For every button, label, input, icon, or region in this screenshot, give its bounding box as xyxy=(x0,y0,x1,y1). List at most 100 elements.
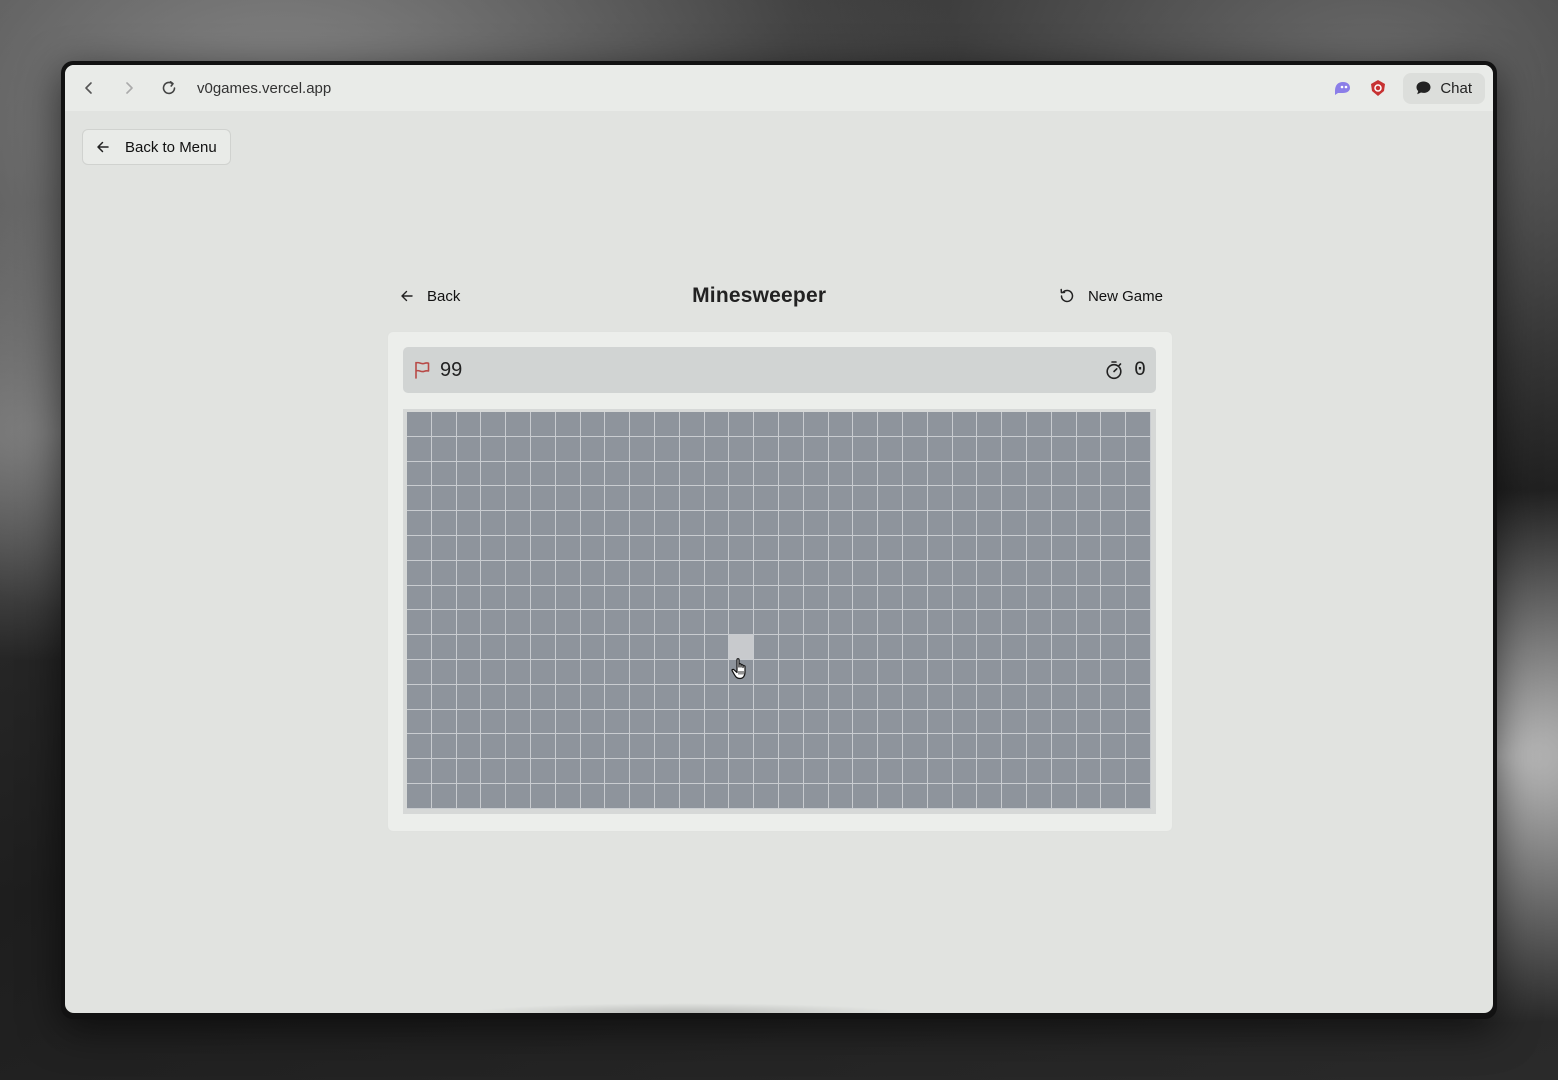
board-cell[interactable] xyxy=(1076,511,1102,536)
board-cell[interactable] xyxy=(679,635,705,660)
board-cell[interactable] xyxy=(431,635,457,660)
board-cell[interactable] xyxy=(952,635,978,660)
board-cell[interactable] xyxy=(878,659,903,685)
board-cell[interactable] xyxy=(729,486,755,512)
board-cell[interactable] xyxy=(1101,461,1127,487)
board-cell[interactable] xyxy=(431,734,457,760)
board-cell[interactable] xyxy=(729,436,755,462)
board-cell[interactable] xyxy=(729,659,755,685)
board-cell[interactable] xyxy=(828,511,854,536)
board-cell[interactable] xyxy=(407,560,432,586)
board-cell[interactable] xyxy=(530,511,556,536)
board-cell[interactable] xyxy=(555,610,581,636)
board-cell[interactable] xyxy=(1026,734,1052,760)
board-cell[interactable] xyxy=(828,535,854,561)
board-cell[interactable] xyxy=(630,461,655,487)
board-cell[interactable] xyxy=(481,610,507,636)
board-cell[interactable] xyxy=(704,635,730,660)
board-cell[interactable] xyxy=(1051,684,1077,710)
board-cell[interactable] xyxy=(853,734,879,760)
board-cell[interactable] xyxy=(1126,585,1151,611)
board-cell[interactable] xyxy=(902,560,928,586)
board-cell[interactable] xyxy=(704,511,730,536)
board-cell[interactable] xyxy=(977,511,1003,536)
board-cell[interactable] xyxy=(778,436,804,462)
board-cell[interactable] xyxy=(1002,635,1027,660)
board-cell[interactable] xyxy=(952,734,978,760)
board-cell[interactable] xyxy=(754,511,779,536)
board-cell[interactable] xyxy=(902,610,928,636)
browser-forward-button[interactable] xyxy=(109,68,149,108)
board-cell[interactable] xyxy=(407,461,432,487)
board-cell[interactable] xyxy=(878,412,903,437)
board-cell[interactable] xyxy=(1101,436,1127,462)
board-cell[interactable] xyxy=(580,684,606,710)
board-cell[interactable] xyxy=(431,684,457,710)
board-cell[interactable] xyxy=(754,560,779,586)
board-cell[interactable] xyxy=(704,535,730,561)
board-cell[interactable] xyxy=(679,709,705,735)
board-cell[interactable] xyxy=(902,684,928,710)
board-cell[interactable] xyxy=(654,412,680,437)
board-cell[interactable] xyxy=(754,436,779,462)
board-cell[interactable] xyxy=(778,759,804,784)
board-cell[interactable] xyxy=(1101,585,1127,611)
board-cell[interactable] xyxy=(853,635,879,660)
board-cell[interactable] xyxy=(828,734,854,760)
board-cell[interactable] xyxy=(605,659,631,685)
board-cell[interactable] xyxy=(506,659,531,685)
board-cell[interactable] xyxy=(704,684,730,710)
board-cell[interactable] xyxy=(927,709,953,735)
board-cell[interactable] xyxy=(1076,635,1102,660)
board-cell[interactable] xyxy=(1051,461,1077,487)
board-cell[interactable] xyxy=(754,684,779,710)
board-cell[interactable] xyxy=(803,461,829,487)
board-cell[interactable] xyxy=(1002,535,1027,561)
board-cell[interactable] xyxy=(729,783,755,809)
board-cell[interactable] xyxy=(927,560,953,586)
board-cell[interactable] xyxy=(1076,412,1102,437)
board-cell[interactable] xyxy=(1126,734,1151,760)
board-cell[interactable] xyxy=(902,659,928,685)
board-cell[interactable] xyxy=(754,635,779,660)
board-cell[interactable] xyxy=(927,759,953,784)
board-cell[interactable] xyxy=(679,560,705,586)
board-cell[interactable] xyxy=(853,436,879,462)
board-cell[interactable] xyxy=(1051,560,1077,586)
board-cell[interactable] xyxy=(506,635,531,660)
board-cell[interactable] xyxy=(654,486,680,512)
board-cell[interactable] xyxy=(952,461,978,487)
board-cell[interactable] xyxy=(1076,659,1102,685)
board-cell[interactable] xyxy=(828,684,854,710)
board-cell[interactable] xyxy=(431,511,457,536)
board-cell[interactable] xyxy=(902,461,928,487)
board-cell[interactable] xyxy=(729,759,755,784)
board-cell[interactable] xyxy=(580,610,606,636)
board-cell[interactable] xyxy=(927,436,953,462)
board-cell[interactable] xyxy=(952,511,978,536)
board-cell[interactable] xyxy=(1051,585,1077,611)
board-cell[interactable] xyxy=(1076,560,1102,586)
board-cell[interactable] xyxy=(407,436,432,462)
board-cell[interactable] xyxy=(1101,486,1127,512)
board-cell[interactable] xyxy=(630,486,655,512)
board-cell[interactable] xyxy=(1126,709,1151,735)
board-cell[interactable] xyxy=(1126,635,1151,660)
board-cell[interactable] xyxy=(828,659,854,685)
board-cell[interactable] xyxy=(456,535,482,561)
board-cell[interactable] xyxy=(1026,436,1052,462)
board-cell[interactable] xyxy=(530,734,556,760)
board-cell[interactable] xyxy=(1126,461,1151,487)
board-cell[interactable] xyxy=(605,610,631,636)
board-cell[interactable] xyxy=(456,783,482,809)
board-cell[interactable] xyxy=(1026,412,1052,437)
board-cell[interactable] xyxy=(853,412,879,437)
board-cell[interactable] xyxy=(530,436,556,462)
board-cell[interactable] xyxy=(530,635,556,660)
board-cell[interactable] xyxy=(853,560,879,586)
board-cell[interactable] xyxy=(580,709,606,735)
board-cell[interactable] xyxy=(555,783,581,809)
board-cell[interactable] xyxy=(878,511,903,536)
board-cell[interactable] xyxy=(630,412,655,437)
board-cell[interactable] xyxy=(407,759,432,784)
